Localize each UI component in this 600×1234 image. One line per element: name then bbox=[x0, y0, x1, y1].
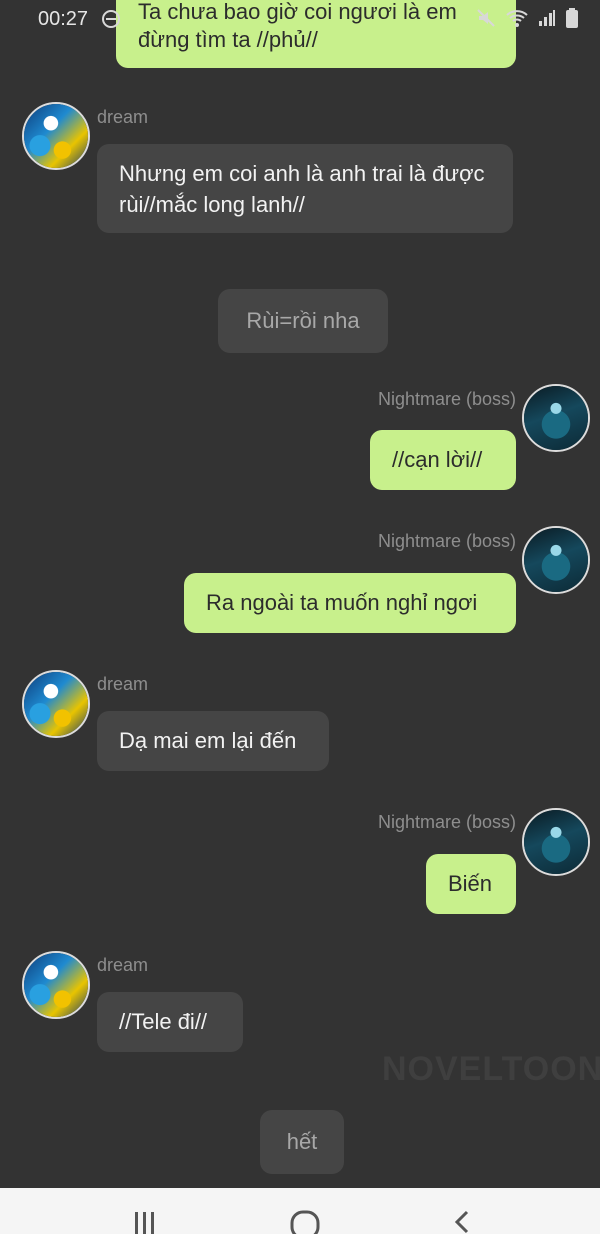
status-time: 00:27 bbox=[38, 8, 89, 30]
avatar-dream[interactable] bbox=[22, 951, 90, 1019]
avatar-nightmare[interactable] bbox=[522, 526, 590, 594]
narration-pill: hết bbox=[260, 1110, 344, 1174]
message-bubble-boss: Biến bbox=[426, 854, 516, 914]
back-icon[interactable] bbox=[452, 1208, 472, 1234]
avatar-nightmare[interactable] bbox=[522, 808, 590, 876]
message-bubble-boss: //cạn lời// bbox=[370, 430, 516, 490]
sender-name: dream bbox=[97, 674, 149, 694]
home-icon[interactable] bbox=[290, 1208, 320, 1234]
status-icons bbox=[476, 8, 578, 28]
navigation-bar bbox=[0, 1188, 600, 1234]
do-not-disturb-icon bbox=[102, 10, 120, 28]
sender-name: Nightmare (boss) bbox=[377, 531, 516, 551]
sender-name: Nightmare (boss) bbox=[377, 812, 516, 832]
message-bubble-dream: Dạ mai em lại đến bbox=[97, 711, 329, 771]
mute-icon bbox=[477, 9, 495, 27]
message-bubble-dream: Nhưng em coi anh là anh trai là được rùi… bbox=[97, 144, 513, 233]
recent-apps-icon[interactable] bbox=[132, 1208, 158, 1234]
message-bubble-dream: //Tele đi// bbox=[97, 992, 243, 1052]
status-bar: 00:27 bbox=[0, 0, 600, 38]
avatar-dream[interactable] bbox=[22, 670, 90, 738]
sender-name: Nightmare (boss) bbox=[377, 389, 516, 409]
wifi-icon bbox=[506, 10, 528, 27]
noveltoon-watermark: NOVELTOON bbox=[382, 1050, 600, 1088]
battery-icon bbox=[566, 8, 578, 28]
avatar-dream[interactable] bbox=[22, 102, 90, 170]
narration-pill: Rùi=rồi nha bbox=[218, 289, 388, 353]
avatar-nightmare[interactable] bbox=[522, 384, 590, 452]
sender-name: dream bbox=[97, 107, 149, 127]
message-bubble-boss: Ra ngoài ta muốn nghỉ ngơi bbox=[184, 573, 516, 633]
sender-name: dream bbox=[97, 955, 149, 975]
signal-icon bbox=[539, 10, 555, 26]
